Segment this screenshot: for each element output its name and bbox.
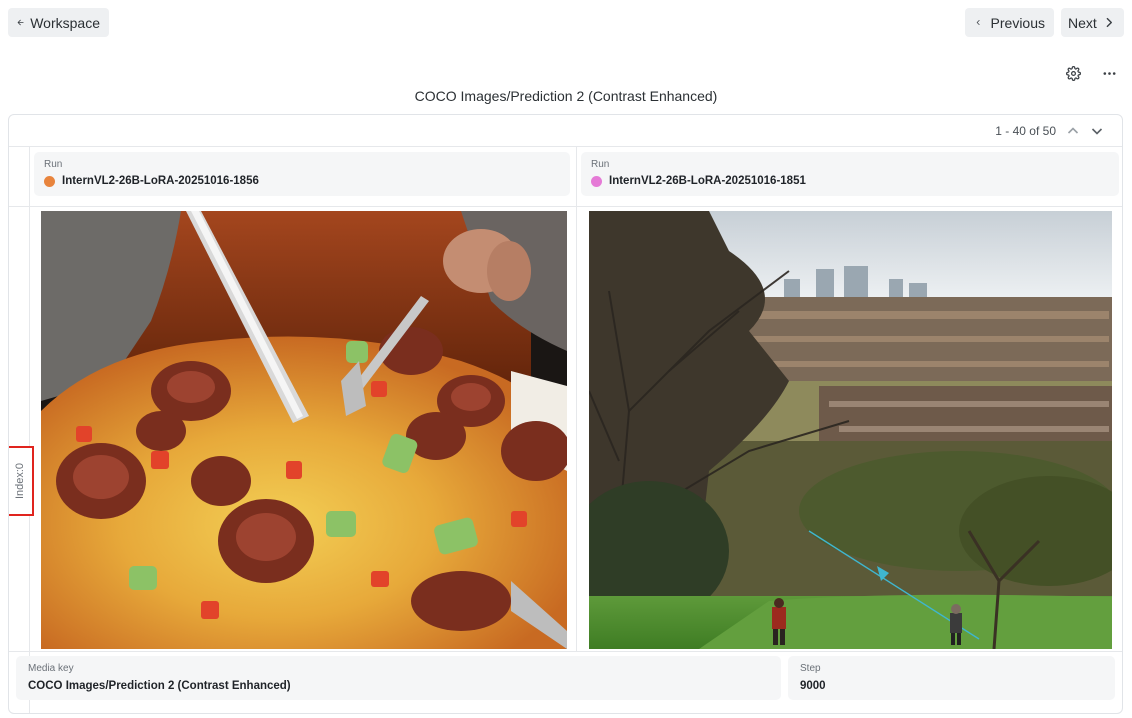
- chevron-right-icon: [1106, 17, 1112, 28]
- arrow-left-icon: [17, 19, 24, 26]
- park-image: [589, 211, 1112, 649]
- step-value: 9000: [800, 680, 826, 692]
- media-image-park[interactable]: [589, 211, 1112, 649]
- run-label: Run: [591, 159, 610, 170]
- previous-button[interactable]: Previous: [965, 8, 1054, 37]
- media-image-pizza[interactable]: [41, 211, 567, 649]
- pizza-image: [41, 211, 567, 649]
- run-label: Run: [44, 159, 63, 170]
- step-card: Step 9000: [788, 656, 1115, 700]
- index-label-text: Index:0: [14, 462, 26, 500]
- more-horizontal-icon: [1103, 71, 1115, 75]
- run-name[interactable]: InternVL2-26B-LoRA-20251016-1851: [609, 175, 806, 187]
- chevron-up-icon[interactable]: [1066, 124, 1080, 138]
- panel-title: COCO Images/Prediction 2 (Contrast Enhan…: [414, 88, 718, 104]
- back-button-label: Workspace: [30, 14, 100, 31]
- step-label: Step: [800, 663, 821, 674]
- media-key-card: Media key COCO Images/Prediction 2 (Cont…: [16, 656, 781, 700]
- settings-button[interactable]: [1064, 64, 1082, 82]
- next-button-label: Next: [1068, 14, 1097, 31]
- next-button[interactable]: Next: [1061, 8, 1124, 37]
- index-label: Index:0: [9, 446, 34, 516]
- run-color-dot: [44, 175, 55, 187]
- previous-button-label: Previous: [990, 14, 1045, 31]
- gear-icon: [1065, 65, 1081, 81]
- run-color-dot: [591, 175, 602, 187]
- run-name[interactable]: InternVL2-26B-LoRA-20251016-1856: [62, 175, 259, 187]
- more-options-button[interactable]: [1100, 64, 1118, 82]
- media-panel: 1 - 40 of 50 Run InternVL2-26B-LoRA-2025…: [8, 114, 1123, 714]
- media-key-value: COCO Images/Prediction 2 (Contrast Enhan…: [28, 680, 291, 692]
- run-card-1: Run InternVL2-26B-LoRA-20251016-1856: [34, 152, 570, 196]
- media-key-label: Media key: [28, 663, 74, 674]
- chevron-down-icon[interactable]: [1090, 124, 1104, 138]
- pagination-count: 1 - 40 of 50: [995, 124, 1056, 138]
- run-card-2: Run InternVL2-26B-LoRA-20251016-1851: [581, 152, 1119, 196]
- pagination: 1 - 40 of 50: [995, 124, 1104, 138]
- chevron-left-icon: [976, 20, 980, 25]
- back-to-workspace-button[interactable]: Workspace: [8, 8, 109, 37]
